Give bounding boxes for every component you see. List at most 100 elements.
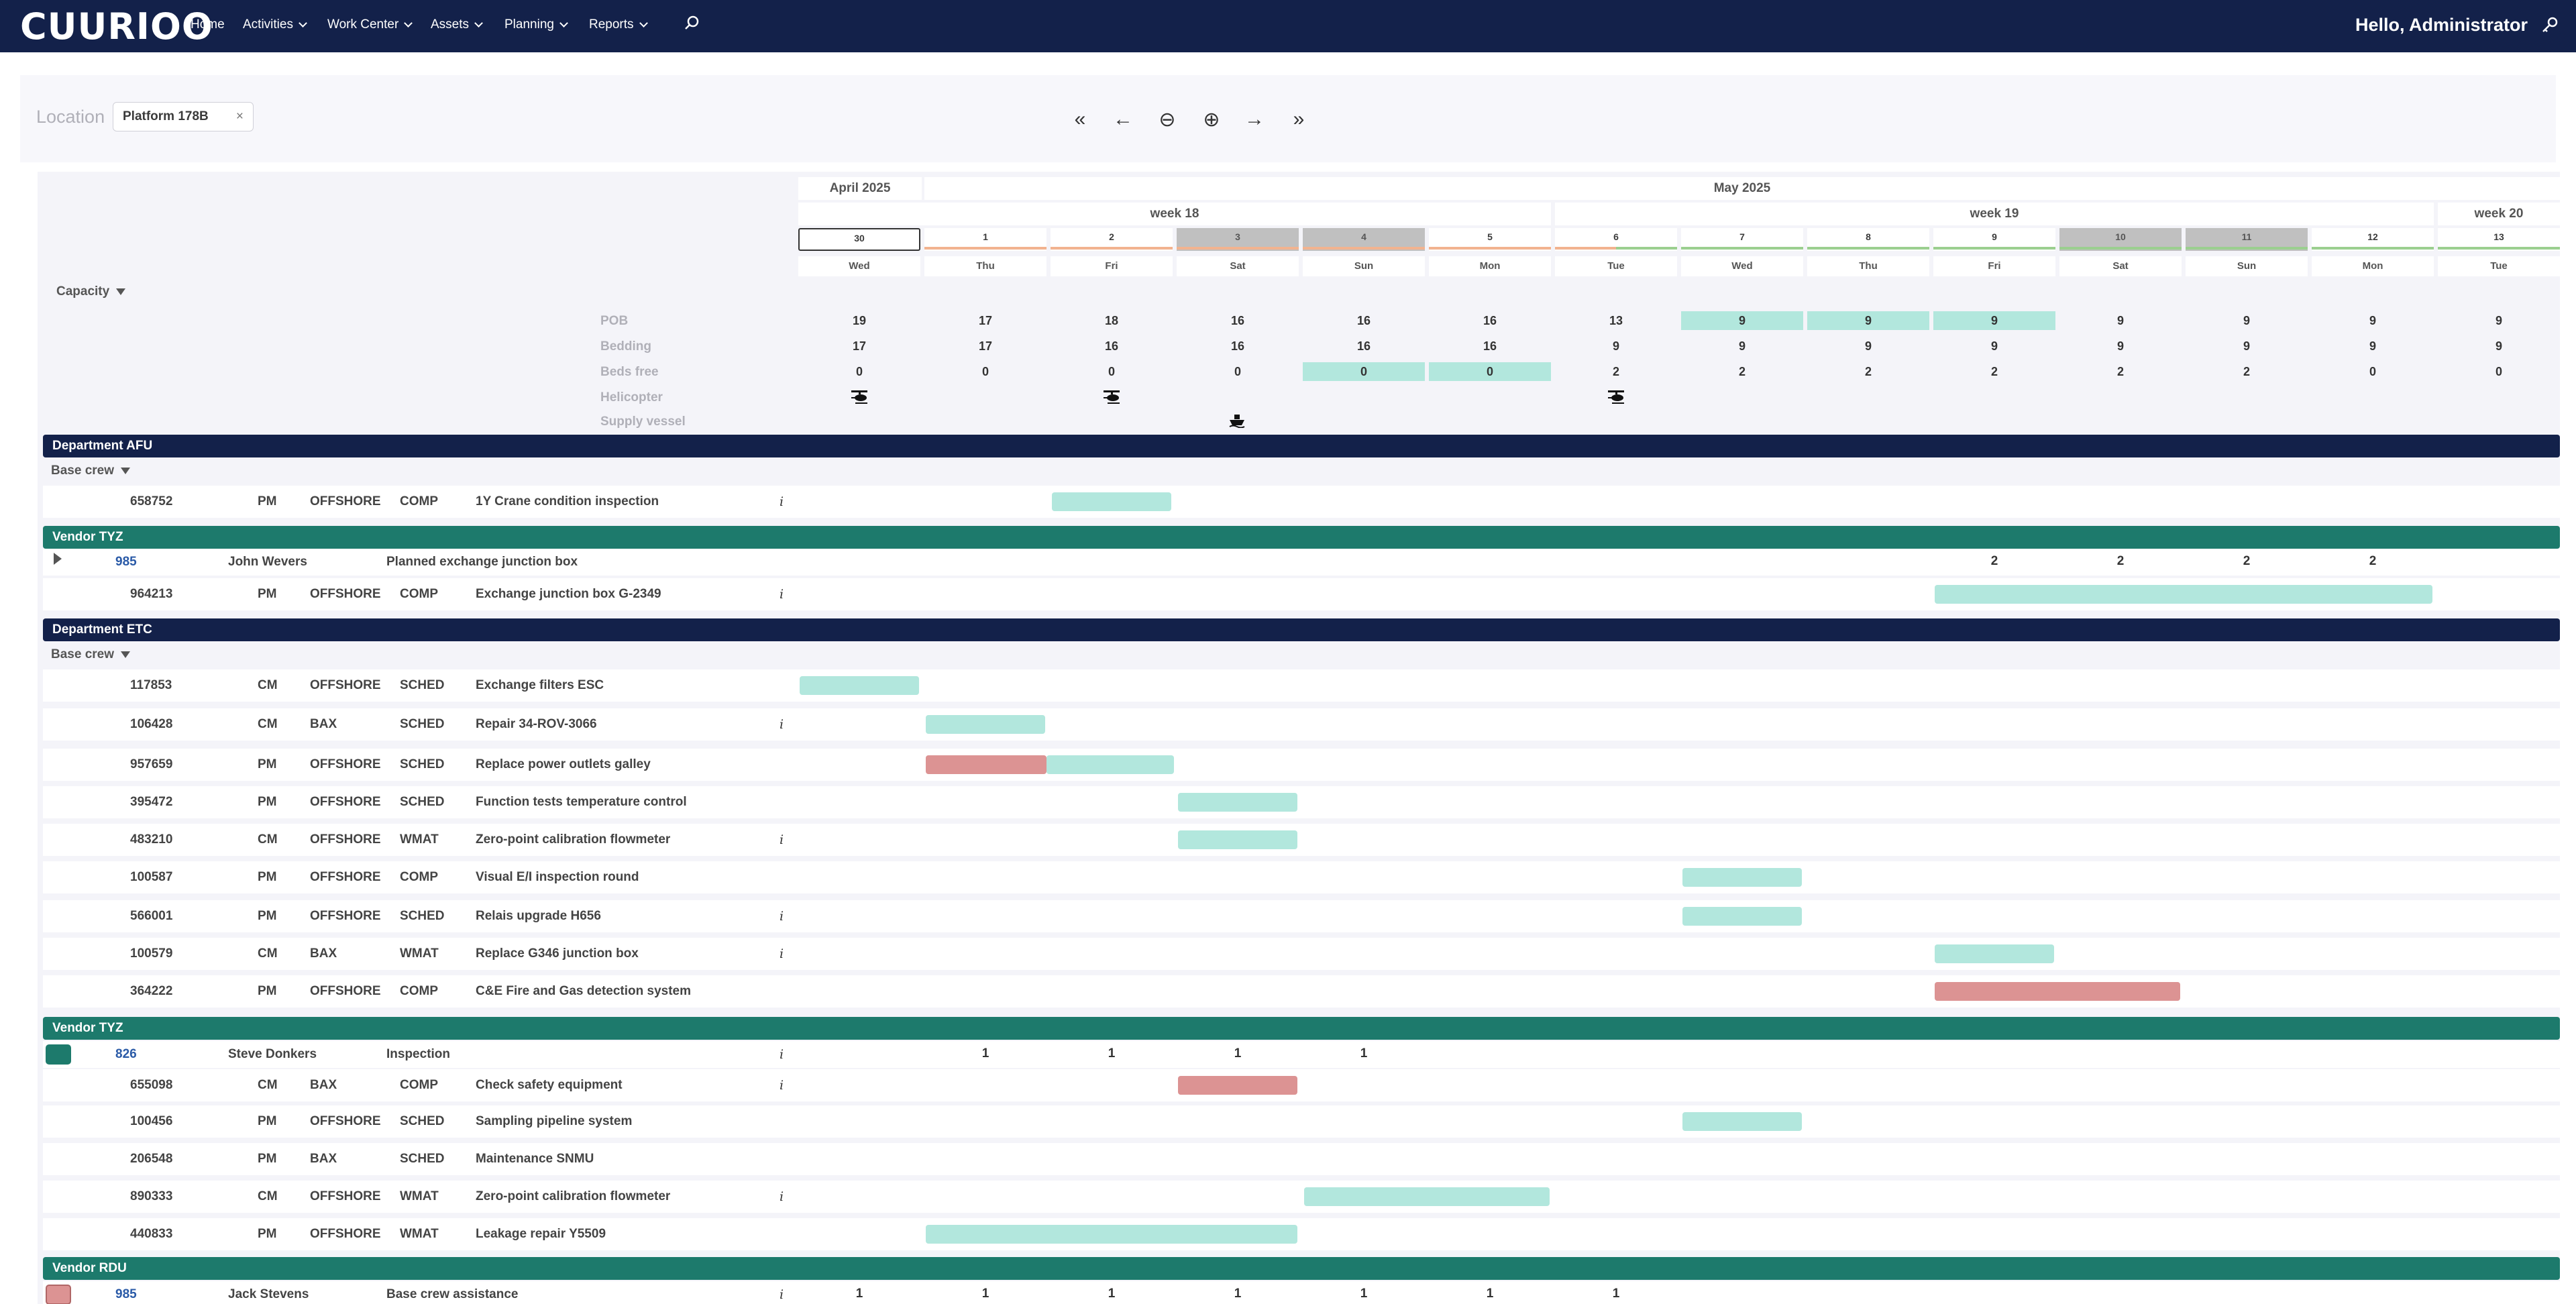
zoom-in-button[interactable]: ⊕ <box>1199 107 1224 131</box>
task-bar[interactable] <box>1178 830 1297 849</box>
app-logo[interactable]: CUURIOO <box>20 9 213 45</box>
task-id[interactable]: 100579 <box>130 938 172 970</box>
task-id[interactable]: 395472 <box>130 786 172 818</box>
task-id[interactable]: 440833 <box>130 1218 172 1250</box>
day-cell[interactable]: 12 <box>2312 228 2434 251</box>
day-cell[interactable]: 8 <box>1807 228 1929 251</box>
info-icon[interactable]: i <box>780 1281 784 1304</box>
task-row[interactable]: 890333 CM OFFSHORE WMAT Zero-point calibrati… <box>43 1181 2560 1213</box>
resource-id-link[interactable]: 985 <box>115 549 137 576</box>
day-cell[interactable]: 9 <box>1933 228 2055 251</box>
base-crew-header[interactable]: Base crew <box>43 459 2560 482</box>
day-cell[interactable]: 4 <box>1303 228 1425 251</box>
info-icon[interactable]: i <box>780 1069 784 1101</box>
task-bar[interactable] <box>926 715 1045 734</box>
task-row[interactable]: 483210 CM OFFSHORE WMAT Zero-point calibrati… <box>43 824 2560 856</box>
info-icon[interactable]: i <box>780 1181 784 1213</box>
day-cell[interactable]: 3 <box>1177 228 1299 251</box>
task-row[interactable]: 395472 PM OFFSHORE SCHED Function tests temp… <box>43 786 2560 818</box>
task-id[interactable]: 364222 <box>130 975 172 1008</box>
prev-button[interactable]: ← <box>1111 107 1135 131</box>
nav-planning[interactable]: Planning <box>504 17 568 32</box>
task-id[interactable]: 890333 <box>130 1181 172 1213</box>
filter-icon[interactable] <box>116 288 126 295</box>
info-icon[interactable]: i <box>780 708 784 741</box>
task-row[interactable]: 957659 PM OFFSHORE SCHED Replace power outle… <box>43 749 2560 781</box>
nav-work-center[interactable]: Work Center <box>327 17 413 32</box>
task-bar[interactable] <box>1935 944 2054 963</box>
department-band-etc[interactable]: Department ETC <box>43 618 2560 641</box>
task-bar[interactable] <box>1682 1112 1802 1131</box>
task-row[interactable]: 100456 PM OFFSHORE SCHED Sampling pipeline s… <box>43 1105 2560 1138</box>
resource-group-row[interactable]: 826 Steve Donkers Inspection i <box>43 1041 2560 1068</box>
day-cell[interactable]: 11 <box>2186 228 2308 251</box>
task-id[interactable]: 483210 <box>130 824 172 856</box>
task-bar[interactable] <box>926 1225 1297 1244</box>
zoom-out-button[interactable]: ⊖ <box>1155 107 1179 131</box>
task-bar[interactable] <box>1304 1187 1550 1206</box>
task-id[interactable]: 658752 <box>130 486 172 518</box>
task-bar[interactable] <box>1052 492 1171 511</box>
task-id[interactable]: 117853 <box>130 669 172 702</box>
info-icon[interactable]: i <box>780 1041 784 1068</box>
task-bar[interactable] <box>800 676 919 695</box>
day-cell[interactable]: 1 <box>924 228 1046 251</box>
nav-home[interactable]: Home <box>191 17 225 32</box>
task-id[interactable]: 100587 <box>130 861 172 893</box>
task-bar[interactable] <box>1935 585 2432 604</box>
info-icon[interactable]: i <box>780 938 784 970</box>
task-id[interactable]: 206548 <box>130 1143 172 1175</box>
resource-id-link[interactable]: 985 <box>115 1281 137 1304</box>
nav-assets[interactable]: Assets <box>431 17 483 32</box>
task-row[interactable]: 106428 CM BAX SCHED Repair 34-ROV-3066 i <box>43 708 2560 741</box>
task-bar[interactable] <box>1682 868 1802 887</box>
location-filter-chip[interactable]: Platform 178B × <box>113 102 254 131</box>
info-icon[interactable]: i <box>780 578 784 610</box>
task-id[interactable]: 655098 <box>130 1069 172 1101</box>
task-row[interactable]: 364222 PM OFFSHORE COMP C&E Fire and Gas det… <box>43 975 2560 1008</box>
task-bar[interactable] <box>926 755 1046 774</box>
expand-toggle-icon[interactable] <box>54 553 62 565</box>
task-id[interactable]: 106428 <box>130 708 172 741</box>
day-cell[interactable]: 5 <box>1429 228 1551 251</box>
first-button[interactable]: « <box>1068 107 1092 131</box>
task-bar[interactable] <box>1178 793 1297 812</box>
task-row[interactable]: 440833 PM OFFSHORE WMAT Leakage repair Y5509 <box>43 1218 2560 1250</box>
key-icon[interactable] <box>2541 16 2559 37</box>
clear-location-icon[interactable]: × <box>236 103 244 131</box>
day-cell[interactable]: 13 <box>2438 228 2560 251</box>
task-bar[interactable] <box>1935 982 2180 1001</box>
capacity-header[interactable]: Capacity <box>56 284 126 299</box>
task-row[interactable]: 206548 PM BAX SCHED Maintenance SNMU <box>43 1143 2560 1175</box>
info-icon[interactable]: i <box>780 900 784 932</box>
info-icon[interactable]: i <box>780 486 784 518</box>
nav-reports[interactable]: Reports <box>589 17 648 32</box>
base-crew-header[interactable]: Base crew <box>43 643 2560 666</box>
day-cell[interactable]: 6 <box>1555 228 1677 251</box>
day-cell[interactable]: 10 <box>2059 228 2182 251</box>
task-row[interactable]: 100579 CM BAX WMAT Replace G346 junction box… <box>43 938 2560 970</box>
resource-id-link[interactable]: 826 <box>115 1041 137 1068</box>
expand-toggle-icon[interactable] <box>46 1044 71 1065</box>
task-row[interactable]: 655098 CM BAX COMP Check safety equipment i <box>43 1069 2560 1101</box>
resource-group-row[interactable]: 985 Jack Stevens Base crew assistance i <box>43 1281 2560 1304</box>
task-id[interactable]: 957659 <box>130 749 172 781</box>
next-button[interactable]: → <box>1242 107 1267 131</box>
resource-group-row[interactable]: 985 John Wevers Planned exchange junction … <box>43 549 2560 576</box>
expand-toggle-icon[interactable] <box>46 1285 71 1304</box>
day-cell[interactable]: 2 <box>1051 228 1173 251</box>
day-cell[interactable]: 30 <box>798 228 920 251</box>
user-greeting[interactable]: Hello, Administrator <box>2355 15 2528 36</box>
task-row[interactable]: 117853 CM OFFSHORE SCHED Exchange filters ES… <box>43 669 2560 702</box>
task-bar[interactable] <box>1046 755 1174 774</box>
department-band-afu[interactable]: Department AFU <box>43 435 2560 457</box>
last-button[interactable]: » <box>1287 107 1311 131</box>
vendor-band-tyz[interactable]: Vendor TYZ <box>43 1017 2560 1040</box>
nav-activities[interactable]: Activities <box>243 17 307 32</box>
vendor-band-tyz[interactable]: Vendor TYZ <box>43 526 2560 549</box>
task-id[interactable]: 964213 <box>130 578 172 610</box>
task-row[interactable]: 658752 PM OFFSHORE COMP 1Y Crane condition i… <box>43 486 2560 518</box>
task-id[interactable]: 100456 <box>130 1105 172 1138</box>
vendor-band-rdu[interactable]: Vendor RDU <box>43 1257 2560 1280</box>
task-row[interactable]: 566001 PM OFFSHORE SCHED Relais upgrade H656… <box>43 900 2560 932</box>
